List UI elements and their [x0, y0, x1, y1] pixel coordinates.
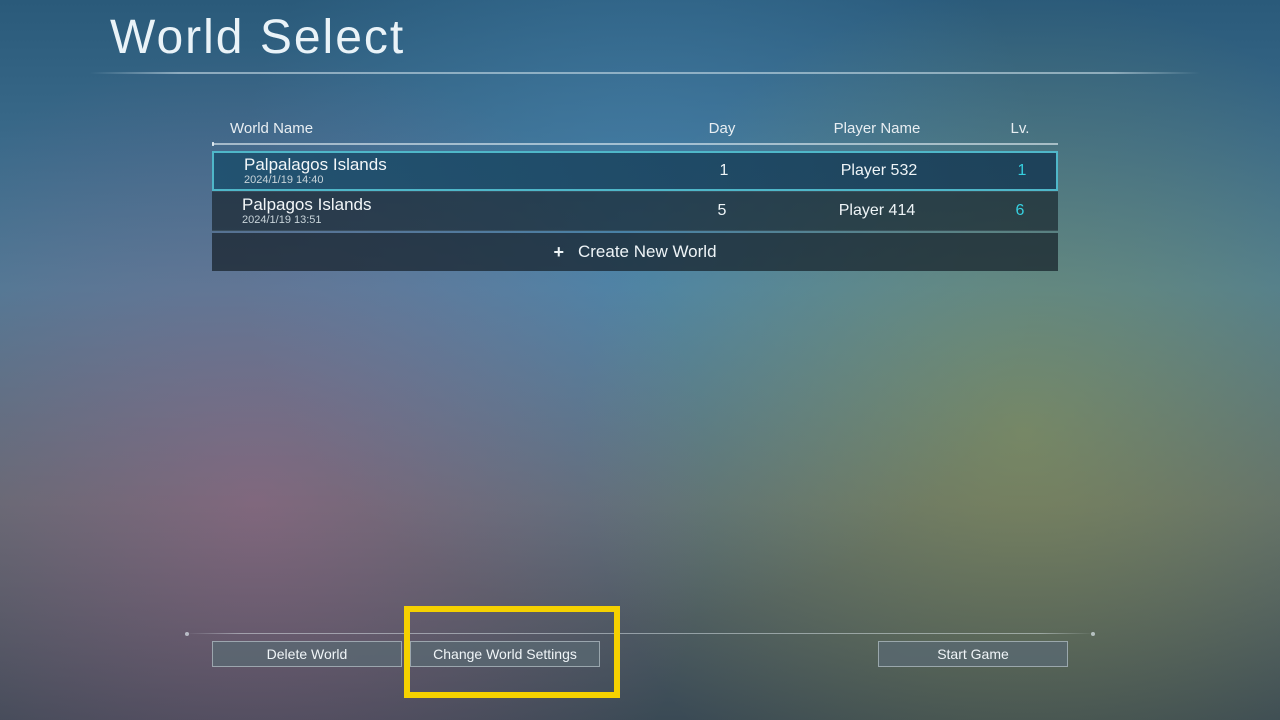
world-day: 1: [674, 162, 774, 180]
world-name: Palpagos Islands: [242, 196, 672, 214]
world-player: Player 414: [772, 202, 982, 220]
world-row[interactable]: Palpalagos Islands 2024/1/19 14:40 1 Pla…: [212, 151, 1058, 191]
title-underline: [90, 72, 1200, 74]
world-player: Player 532: [774, 162, 984, 180]
world-timestamp: 2024/1/19 13:51: [242, 215, 672, 227]
bottom-divider: [185, 633, 1095, 634]
start-game-label: Start Game: [937, 646, 1009, 662]
delete-world-label: Delete World: [267, 646, 348, 662]
col-world-name: World Name: [212, 120, 672, 137]
create-new-world-button[interactable]: + Create New World: [212, 233, 1058, 271]
world-row[interactable]: Palpagos Islands 2024/1/19 13:51 5 Playe…: [212, 191, 1058, 231]
change-world-settings-label: Change World Settings: [433, 646, 577, 662]
delete-world-button[interactable]: Delete World: [212, 641, 402, 667]
header-divider: [212, 143, 1058, 145]
world-timestamp: 2024/1/19 14:40: [244, 175, 674, 187]
create-new-world-label: Create New World: [578, 242, 717, 262]
table-header: World Name Day Player Name Lv.: [212, 120, 1058, 143]
world-table: World Name Day Player Name Lv. Palpalago…: [212, 120, 1058, 271]
start-game-button[interactable]: Start Game: [878, 641, 1068, 667]
world-name: Palpalagos Islands: [244, 156, 674, 174]
plus-icon: +: [553, 242, 564, 263]
col-day: Day: [672, 120, 772, 137]
world-day: 5: [672, 202, 772, 220]
world-level: 1: [984, 162, 1060, 180]
col-level: Lv.: [982, 120, 1058, 137]
page-title: World Select: [110, 10, 405, 65]
col-player-name: Player Name: [772, 120, 982, 137]
world-level: 6: [982, 202, 1058, 220]
change-world-settings-button[interactable]: Change World Settings: [410, 641, 600, 667]
